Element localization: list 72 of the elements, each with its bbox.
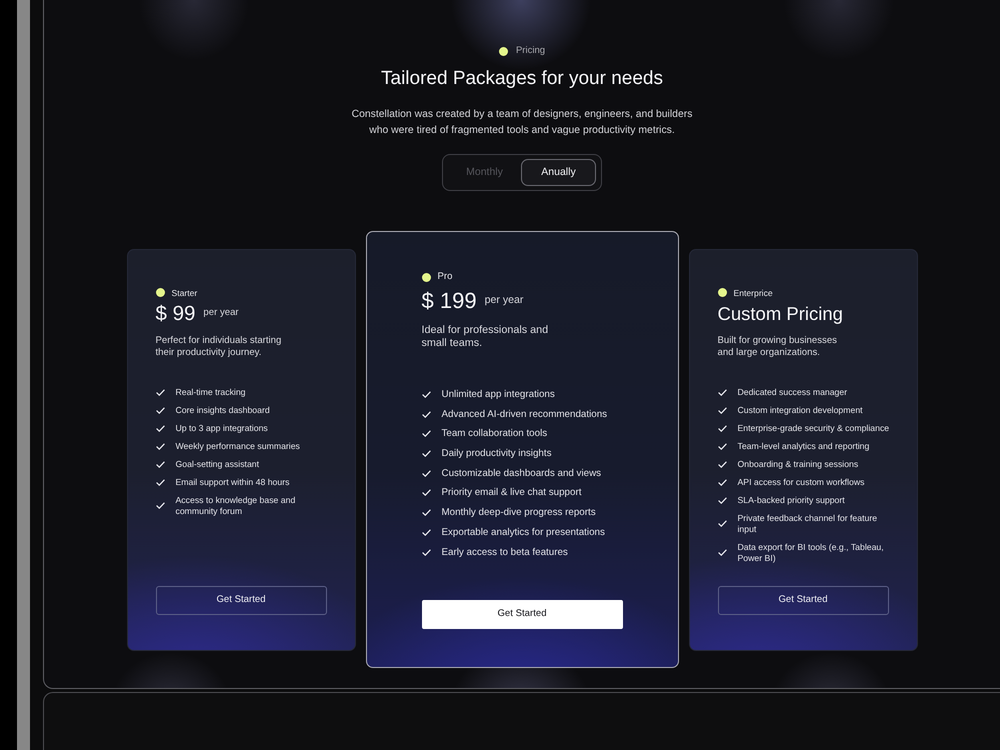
check-icon <box>718 406 726 414</box>
feature-text: Up to 3 app integrations <box>176 422 268 434</box>
check-icon <box>718 496 726 504</box>
check-icon <box>422 489 430 496</box>
plan-price: $ 199 <box>422 287 477 315</box>
plan-name: Pro <box>438 271 452 283</box>
check-icon <box>156 424 164 432</box>
feature-text: Unlimited app integrations <box>442 388 555 401</box>
feature-text: Goal-setting assistant <box>176 458 260 470</box>
check-icon <box>156 406 164 414</box>
check-icon <box>156 442 164 450</box>
check-icon <box>422 391 430 398</box>
billing-option-tab[interactable]: Anually <box>521 159 596 186</box>
check-icon <box>422 528 430 536</box>
check-icon <box>718 549 726 556</box>
feature-text: Onboarding & training sessions <box>738 458 858 470</box>
check-icon <box>718 520 726 527</box>
feature-text: Advanced AI-driven recommendations <box>442 408 608 421</box>
check-icon <box>422 410 430 418</box>
feature-text: Monthly deep-dive progress reports <box>442 506 596 520</box>
feature-text: Dedicated success manager <box>738 386 848 398</box>
feature-text: Enterprise-grade security & compliance <box>738 422 890 434</box>
dot-icon <box>498 46 508 56</box>
plan-name: Starter <box>172 286 198 298</box>
feature-text: Access to knowledge base and community forum <box>176 494 296 516</box>
billing-period: per year <box>203 306 239 320</box>
section-title: Tailored Packages for your needs <box>381 67 663 91</box>
get-started-button[interactable]: Get Started <box>718 586 888 614</box>
plan-name: Enterprice <box>734 286 773 298</box>
check-icon <box>422 509 430 516</box>
feature-text: Customizable dashboards and views <box>442 466 602 480</box>
plan-description: Perfect for individuals starting their productivity journey. <box>156 334 282 358</box>
feature-text: Exportable analytics for presentations <box>442 526 605 539</box>
dot-icon <box>156 288 164 297</box>
feature-text: API access for custom workflows <box>738 476 864 488</box>
check-icon <box>718 424 726 432</box>
eyebrow-label: Pricing <box>516 44 546 58</box>
check-icon <box>422 430 430 438</box>
check-icon <box>156 502 164 509</box>
check-icon <box>718 478 726 486</box>
feature-text: Real-time tracking <box>176 386 246 398</box>
dot-icon <box>718 288 726 297</box>
plan-description: Built for growing businesses and large organizations. <box>718 334 838 358</box>
feature-text: Daily productivity insights <box>442 447 552 460</box>
check-icon <box>156 388 164 396</box>
check-icon <box>422 450 430 458</box>
check-icon <box>422 470 430 477</box>
feature-text: Team collaboration tools <box>442 427 548 440</box>
plan-description: Ideal for professionals and small teams. <box>422 324 550 350</box>
check-icon <box>422 548 430 556</box>
check-icon <box>156 460 164 468</box>
feature-text: Weekly performance summaries <box>176 440 300 452</box>
check-icon <box>718 388 726 396</box>
feature-text: Private feedback channel for feature input <box>738 512 878 534</box>
section-description: Constellation was created by a team of designers, engineers, and builders who were tired of fragmented tools and vague productivity metrics. <box>352 108 692 138</box>
feature-text: SLA-backed priority support <box>738 494 845 506</box>
feature-text: Team-level analytics and reporting <box>738 440 870 452</box>
check-icon <box>156 478 164 486</box>
plan-price: $ 99 <box>156 302 196 326</box>
get-started-button[interactable]: Get Started <box>422 600 622 629</box>
check-icon <box>718 460 726 468</box>
feature-text: Core insights dashboard <box>176 404 270 416</box>
get-started-button[interactable]: Get Started <box>156 586 326 614</box>
billing-period: per year <box>484 293 524 308</box>
plan-price: Custom Pricing <box>718 302 843 326</box>
feature-text: Email support within 48 hours <box>176 476 290 488</box>
check-icon <box>718 442 726 450</box>
feature-text: Early access to beta features <box>442 546 568 558</box>
feature-text: Custom integration development <box>738 404 863 416</box>
feature-text: Priority email & live chat support <box>442 486 582 500</box>
feature-text: Data export for BI tools (e.g., Tableau, Power BI) <box>738 542 884 564</box>
dot-icon <box>422 272 430 282</box>
